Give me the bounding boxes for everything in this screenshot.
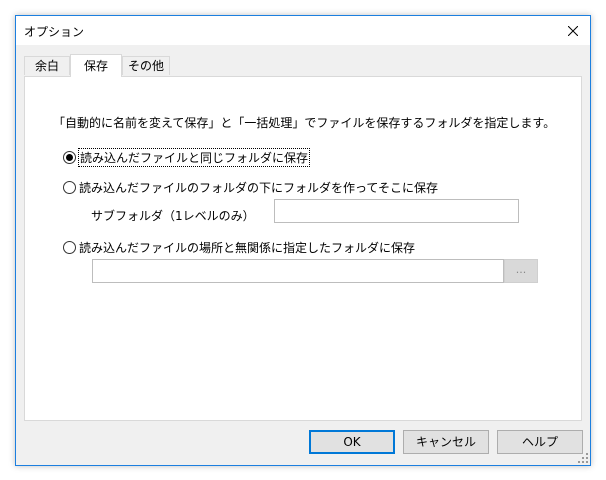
- radio-same-folder[interactable]: 読み込んだファイルと同じフォルダに保存: [63, 148, 311, 167]
- radio-indicator: [63, 181, 76, 194]
- radio-label: 読み込んだファイルのフォルダの下にフォルダを作ってそこに保存: [79, 181, 439, 195]
- options-dialog: オプション 余白 保存 その他 「自動的に名前を変えて保存」と「一括処理」でファ…: [15, 15, 591, 466]
- resize-grip-icon[interactable]: [578, 453, 588, 463]
- radio-label: 読み込んだファイルの場所と無関係に指定したフォルダに保存: [79, 241, 416, 255]
- subfolder-input[interactable]: [274, 199, 519, 223]
- tab-margin[interactable]: 余白: [24, 56, 70, 75]
- tab-other[interactable]: その他: [122, 56, 170, 75]
- save-settings-panel: 「自動的に名前を変えて保存」と「一括処理」でファイルを保存するフォルダを指定しま…: [24, 76, 582, 421]
- instruction-text: 「自動的に名前を変えて保存」と「一括処理」でファイルを保存するフォルダを指定しま…: [53, 116, 556, 130]
- help-button[interactable]: ヘルプ: [497, 430, 583, 454]
- radio-indicator: [63, 151, 76, 164]
- browse-button[interactable]: ...: [504, 259, 538, 283]
- radio-label: 読み込んだファイルと同じフォルダに保存: [77, 148, 311, 167]
- subfolder-label: サブフォルダ（1レベルのみ）: [91, 209, 255, 223]
- cancel-button[interactable]: キャンセル: [403, 430, 489, 454]
- tab-save[interactable]: 保存: [70, 54, 122, 77]
- radio-specified-folder[interactable]: 読み込んだファイルの場所と無関係に指定したフォルダに保存: [63, 239, 415, 256]
- ok-button[interactable]: OK: [309, 430, 395, 454]
- radio-subfolder[interactable]: 読み込んだファイルのフォルダの下にフォルダを作ってそこに保存: [63, 179, 438, 196]
- close-button[interactable]: [556, 16, 590, 45]
- folder-path-input[interactable]: [92, 259, 504, 283]
- window-title: オプション: [24, 25, 85, 39]
- title-bar: オプション: [16, 16, 590, 45]
- close-icon: [568, 25, 578, 36]
- radio-indicator: [63, 241, 76, 254]
